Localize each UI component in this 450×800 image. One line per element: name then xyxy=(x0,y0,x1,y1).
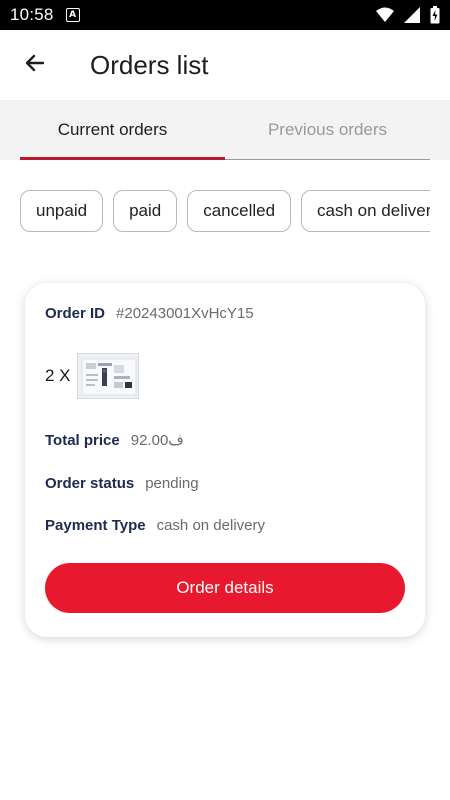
app-bar: Orders list xyxy=(0,30,450,100)
order-status-row: Order status pending xyxy=(45,475,199,492)
arrow-left-icon xyxy=(23,51,47,80)
order-id-label: Order ID xyxy=(45,305,106,322)
cell-signal-icon xyxy=(404,7,420,23)
order-details-button[interactable]: Order details xyxy=(45,563,405,613)
payment-type-value: cash on delivery xyxy=(156,517,265,534)
payment-type-label: Payment Type xyxy=(45,517,146,534)
order-status-label: Order status xyxy=(45,475,135,492)
order-id-row: Order ID #20243001XvHcY15 xyxy=(45,305,254,322)
item-quantity: 2 X xyxy=(45,366,71,385)
total-price-label: Total price xyxy=(45,431,120,449)
a-badge-icon: A xyxy=(65,8,80,22)
filter-chip-cancelled[interactable]: cancelled xyxy=(187,190,292,232)
filter-chip-unpaid[interactable]: unpaid xyxy=(20,190,104,232)
battery-charging-icon xyxy=(430,6,440,24)
order-id-value: #20243001XvHcY15 xyxy=(116,305,254,322)
back-button[interactable] xyxy=(10,40,60,90)
status-time: 10:58 xyxy=(10,5,54,24)
tab-previous-orders[interactable]: Previous orders xyxy=(225,100,430,160)
filter-chip-cash-on-delivery[interactable]: cash on delivery xyxy=(301,190,430,232)
product-thumbnail xyxy=(76,353,139,399)
order-card: Order ID #20243001XvHcY15 2 X Total pric… xyxy=(25,283,425,637)
status-bar: 10:58 A xyxy=(0,0,450,30)
page-title: Orders list xyxy=(90,49,209,80)
filter-chips: unpaid paid cancelled cash on delivery xyxy=(20,190,430,234)
tab-bar: Current orders Previous orders xyxy=(0,100,450,160)
filter-chip-paid[interactable]: paid xyxy=(113,190,178,232)
order-item-row: 2 X xyxy=(45,353,139,399)
payment-type-row: Payment Type cash on delivery xyxy=(45,517,265,534)
total-price-value: ف92.00 xyxy=(130,432,184,449)
order-status-value: pending xyxy=(145,475,199,492)
total-price-row: Total price ف92.00 xyxy=(45,431,184,450)
wifi-icon xyxy=(376,7,394,23)
tab-current-orders[interactable]: Current orders xyxy=(0,100,225,160)
